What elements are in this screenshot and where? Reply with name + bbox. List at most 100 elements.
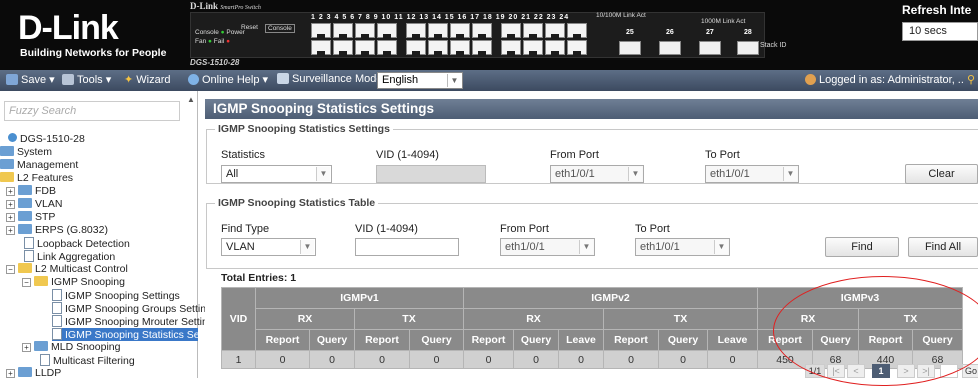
sidebar-item-management[interactable]: Management	[0, 159, 78, 171]
chevron-down-icon: ▼	[316, 167, 330, 181]
from-port-label: From Port	[550, 149, 599, 161]
expand-icon[interactable]: +	[6, 369, 15, 378]
sidebar-item-label: Loopback Detection	[37, 238, 130, 250]
sidebar-item-label: IGMP Snooping Mrouter Settings	[65, 316, 219, 328]
sidebar-item-label: FDB	[35, 185, 56, 197]
igmpv2-header: IGMPv2	[463, 287, 758, 309]
ethernet-port	[428, 23, 448, 38]
user-icon	[805, 74, 816, 85]
sidebar-item-stp[interactable]: + STP	[6, 211, 55, 223]
folder-icon	[0, 146, 14, 156]
last-page-button[interactable]: >|	[917, 364, 935, 378]
collapse-icon[interactable]: −	[22, 278, 31, 287]
ethernet-port	[545, 23, 565, 38]
sidebar-item-fdb[interactable]: + FDB	[6, 185, 56, 197]
cell-v2-tx-query: 0	[658, 350, 708, 369]
go-button[interactable]: Go	[962, 364, 978, 378]
scroll-up-arrow-icon[interactable]: ▲	[185, 95, 197, 107]
refresh-interval-select[interactable]: 10 secs	[902, 22, 978, 41]
from-port-select[interactable]: eth1/0/1 ▼	[550, 165, 644, 183]
collapse-icon[interactable]: −	[6, 265, 15, 274]
sidebar-item-system[interactable]: System	[0, 146, 52, 158]
v2-rx-report-header: Report	[463, 329, 514, 351]
find-button[interactable]: Find	[825, 237, 899, 257]
logged-in-status: Logged in as: Administrator, .. ⚲ Lo	[805, 73, 978, 86]
sidebar-item-igmp-snooping[interactable]: − IGMP Snooping	[22, 276, 125, 288]
sidebar-item-loopback-detection[interactable]: Loopback Detection	[24, 237, 130, 250]
table-to-port-select[interactable]: eth1/0/1 ▼	[635, 238, 730, 256]
table-header-row-1: VID IGMPv1 IGMPv2 IGMPv3	[221, 287, 963, 351]
expand-icon[interactable]: +	[22, 343, 31, 352]
expand-icon[interactable]: +	[6, 200, 15, 209]
page-number-input[interactable]	[940, 364, 958, 378]
to-port-select[interactable]: eth1/0/1 ▼	[705, 165, 799, 183]
find-type-label: Find Type	[221, 223, 270, 235]
device-icon	[8, 133, 17, 142]
sidebar-item-vlan[interactable]: + VLAN	[6, 198, 62, 210]
sidebar-item-l2-multicast-control[interactable]: − L2 Multicast Control	[6, 263, 128, 275]
sidebar-item-label: IGMP Snooping Statistics Settings	[65, 329, 198, 341]
sidebar-item-mld-snooping[interactable]: + MLD Snooping	[22, 341, 120, 353]
v3-rx-query-header: Query	[812, 329, 859, 351]
ethernet-port	[501, 40, 521, 55]
sidebar-item-igmp-snooping-mrouter-settings[interactable]: IGMP Snooping Mrouter Settings	[52, 315, 219, 328]
banner: D-Link Building Networks for People D-Li…	[0, 0, 978, 70]
tools-menu[interactable]: Tools ▾	[62, 73, 111, 86]
refresh-interval-label: Refresh Inte	[902, 3, 972, 17]
sidebar-item-l2-features[interactable]: L2 Features	[0, 172, 73, 184]
sidebar-item-igmp-snooping-statistics-settings[interactable]: IGMP Snooping Statistics Settings	[52, 328, 198, 341]
sidebar-item-label: IGMP Snooping Settings	[65, 290, 180, 302]
sidebar-item-igmp-snooping-groups-settings[interactable]: IGMP Snooping Groups Settings	[52, 302, 217, 315]
sidebar-item-link-aggregation[interactable]: Link Aggregation	[24, 250, 115, 263]
expand-icon[interactable]: +	[6, 187, 15, 196]
find-type-select[interactable]: VLAN ▼	[221, 238, 316, 256]
save-menu[interactable]: Save ▾	[6, 73, 55, 86]
ethernet-port	[355, 40, 375, 55]
next-page-button[interactable]: >	[897, 364, 915, 378]
sidebar-item-erps[interactable]: + ERPS (G.8032)	[6, 224, 108, 236]
reset-label: Reset	[241, 24, 258, 31]
wizard-menu[interactable]: ✦ Wizard	[124, 73, 171, 86]
sidebar-item-label: L2 Features	[17, 172, 74, 184]
sfp-label-28: 28	[744, 29, 752, 36]
page-icon	[52, 289, 62, 301]
sidebar-item-label: System	[17, 146, 53, 158]
sfp-port-25	[619, 41, 641, 55]
ethernet-port	[501, 23, 521, 38]
ethernet-port	[567, 40, 587, 55]
sidebar-item-lldp[interactable]: + LLDP	[6, 367, 61, 379]
expand-icon[interactable]: +	[6, 226, 15, 235]
page-info: 1/1	[805, 364, 825, 378]
sidebar-item-multicast-filtering[interactable]: Multicast Filtering	[40, 354, 135, 367]
language-select[interactable]: English ▼	[377, 72, 463, 89]
first-page-button[interactable]: |<	[827, 364, 845, 378]
sidebar-item-device[interactable]: DGS-1510-28	[8, 133, 85, 145]
expand-icon[interactable]: +	[6, 213, 15, 222]
sidebar-item-igmp-snooping-settings[interactable]: IGMP Snooping Settings	[52, 289, 180, 302]
current-page-button[interactable]: 1	[872, 364, 890, 378]
find-type-value: VLAN	[226, 241, 255, 253]
statistics-select[interactable]: All ▼	[221, 165, 332, 183]
sidebar-search-input[interactable]: Fuzzy Search	[4, 101, 180, 121]
clear-button[interactable]: Clear	[905, 164, 978, 184]
stack-id-label: Stack ID	[760, 42, 787, 49]
to-port-value: eth1/0/1	[710, 168, 750, 180]
statistics-table: VID IGMPv1 IGMPv2 IGMPv3 RX TX RX TX RX …	[221, 287, 963, 369]
folder-open-icon	[18, 263, 32, 273]
ethernet-port	[472, 40, 492, 55]
prev-page-button[interactable]: <	[847, 364, 865, 378]
online-help-label: Online Help	[202, 74, 260, 86]
sfp-port-28	[737, 41, 759, 55]
online-help-menu[interactable]: Online Help ▾	[188, 73, 268, 86]
table-legend: IGMP Snooping Statistics Table	[215, 197, 379, 209]
sfp-label-26: 26	[666, 29, 674, 36]
chevron-down-icon: ▼	[783, 167, 797, 181]
sidebar-item-label: LLDP	[35, 367, 62, 379]
sidebar-item-label: DGS-1510-28	[20, 133, 85, 145]
table-vid-input[interactable]	[355, 238, 459, 256]
find-all-button[interactable]: Find All	[908, 237, 978, 257]
vid-label: VID (1-4094)	[376, 149, 439, 161]
surveillance-mode-menu[interactable]: Surveillance Mode	[277, 73, 383, 85]
table-from-port-select[interactable]: eth1/0/1 ▼	[500, 238, 595, 256]
folder-icon	[18, 224, 32, 234]
